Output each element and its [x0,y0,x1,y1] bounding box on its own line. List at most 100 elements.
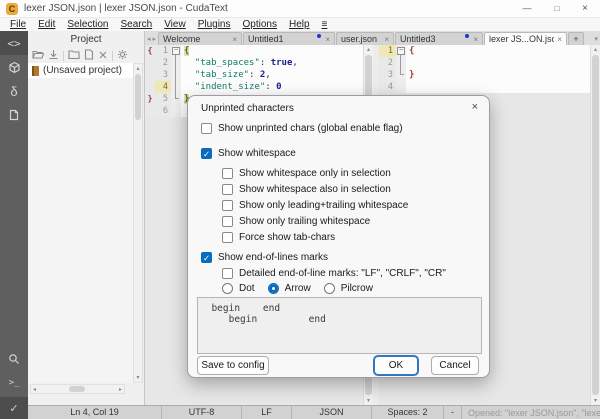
console-icon[interactable]: >_ [0,371,28,395]
project-tree[interactable]: (Unsaved project) [28,63,133,383]
checkbox-box[interactable] [222,199,233,211]
checkbox-label: Show whitespace also in selection [239,183,391,195]
checkbox-label: Show only leading+trailing whitespace [239,199,409,211]
menu-item-search[interactable]: Search [115,19,159,30]
tab-userjson[interactable]: user.json × [336,32,395,45]
menu-item-view[interactable]: View [158,19,192,30]
document-icon[interactable] [0,103,28,127]
tabs-overflow-icon[interactable]: ▾ [594,35,600,45]
code-token: : [265,82,277,92]
radio-pilcrow[interactable]: Pilcrow [323,282,373,294]
menu-item-file[interactable]: File [4,19,32,30]
minimize-button[interactable]: — [514,0,540,18]
radio-dot[interactable] [267,282,279,294]
scroll-down-icon[interactable]: ▾ [134,374,142,381]
tab-untitled1[interactable]: Untitled1 × [243,32,336,45]
new-file-icon[interactable] [84,47,94,65]
code-line: } [406,69,590,81]
project-file-icon [32,65,39,76]
checkbox-show-whitespace-also-in[interactable]: Show whitespace also in selection [222,183,391,195]
tab-close-icon[interactable]: × [384,35,389,44]
tab-close-icon[interactable]: × [232,35,237,44]
open-project-icon[interactable] [32,47,45,65]
checkbox-box[interactable] [222,215,233,227]
radio-arrow[interactable]: Arrow [267,282,311,294]
scroll-down-icon[interactable]: ▾ [364,397,373,404]
scroll-up-icon[interactable]: ▴ [134,65,142,72]
dialog-close-icon[interactable]: × [472,101,478,113]
checkbox-show-only-trailing-whitespace[interactable]: Show only trailing whitespace [222,215,370,227]
scrollbar-thumb[interactable] [592,55,599,395]
menu-item-help[interactable]: Help [283,19,316,30]
checkbox-box[interactable] [222,231,233,243]
checkbox-show-whitespace-only-in[interactable]: Show whitespace only in selection [222,167,391,179]
code-token: : [249,70,260,80]
checkbox-box[interactable] [201,122,212,134]
line-number: 2 [379,57,396,69]
scroll-left-icon[interactable]: ◂ [33,386,36,393]
editor-vertical-scrollbar[interactable]: ▴ ▾ [590,45,600,405]
radio-dot[interactable] [323,282,335,294]
close-project-icon[interactable] [98,47,108,65]
project-vertical-scrollbar[interactable]: ▴ ▾ [133,63,143,383]
checkbox-show-end-of-lines[interactable]: ✓ Show end-of-lines marks [201,251,328,263]
status-cell: UTF-8 [162,405,242,419]
checkbox-force-show-tab-chars[interactable]: Force show tab-chars [222,231,335,243]
checkbox-show-unprinted-chars-global[interactable]: Show unprinted chars (global enable flag… [201,122,403,134]
tabs-scroll-left-icon[interactable]: ◂ [145,35,153,45]
fold-marker[interactable]: − [172,47,180,55]
checkbox-box[interactable] [222,167,233,179]
menu-item-edit[interactable]: Edit [32,19,61,30]
package-icon[interactable] [0,55,28,79]
checkbox-box[interactable]: ✓ [201,251,212,263]
scrollbar-thumb[interactable] [69,386,85,392]
tab-close-icon[interactable]: × [473,35,478,44]
tab-untitled3[interactable]: Untitled3 × [395,32,484,45]
scrollbar-thumb[interactable] [135,74,141,120]
project-horizontal-scrollbar[interactable]: ◂ ▸ [30,384,125,394]
code-icon[interactable]: <> [0,31,28,55]
menu-item-selection[interactable]: Selection [61,19,114,30]
gutter-bracket-mark [145,81,155,93]
settings-icon[interactable] [117,47,128,65]
menu-item-hamburger[interactable]: ≡ [316,19,334,30]
close-button[interactable]: × [572,0,598,18]
line-number: 1 [155,45,171,57]
app-icon: C [6,3,18,15]
status-cell: - [444,405,462,419]
checkbox-box[interactable] [222,183,233,195]
tab-welcome[interactable]: Welcome × [158,32,243,45]
fold-marker[interactable]: − [397,47,405,55]
project-panel: Project (Unsaved project) ▴ ▾ ◂ ▸ [28,31,145,405]
delta-icon[interactable]: δ [0,79,28,103]
code-line: { [406,45,590,57]
checkbox-show-only-leading-trailing[interactable]: Show only leading+trailing whitespace [222,199,408,211]
radio-dot[interactable] [222,282,233,294]
save-to-config-button[interactable]: Save to config [197,356,269,375]
maximize-button[interactable]: □ [544,0,570,18]
search-icon[interactable] [0,347,28,371]
cancel-button[interactable]: Cancel [431,356,479,375]
tab-close-icon[interactable]: × [557,35,562,44]
checkbox-box[interactable] [222,267,233,279]
checkbox-show-whitespace[interactable]: ✓ Show whitespace [201,147,296,159]
new-folder-icon[interactable] [68,47,80,65]
checkbox-box[interactable]: ✓ [201,147,212,159]
scroll-up-icon[interactable]: ▴ [591,46,600,53]
tab-close-icon[interactable]: × [325,35,330,44]
check-icon[interactable]: ✓ [0,397,28,419]
tab-lexerjsonjson[interactable]: lexer JS...ON.json × [484,32,568,45]
scroll-right-icon[interactable]: ▸ [119,386,122,393]
import-icon[interactable] [48,47,59,65]
ok-button[interactable]: OK [374,356,418,375]
fold-column[interactable] [171,105,181,117]
radio-dot[interactable]: Dot [222,282,255,294]
scroll-up-icon[interactable]: ▴ [364,46,373,53]
menu-item-options[interactable]: Options [237,19,283,30]
new-tab-button[interactable]: + [568,32,585,45]
fold-column[interactable] [396,81,406,93]
menu-item-plugins[interactable]: Plugins [192,19,237,30]
list-item[interactable]: (Unsaved project) [28,63,133,78]
checkbox-detailed-end-of-line[interactable]: Detailed end-of-line marks: "LF", "CRLF"… [222,267,446,279]
scroll-down-icon[interactable]: ▾ [591,397,600,404]
